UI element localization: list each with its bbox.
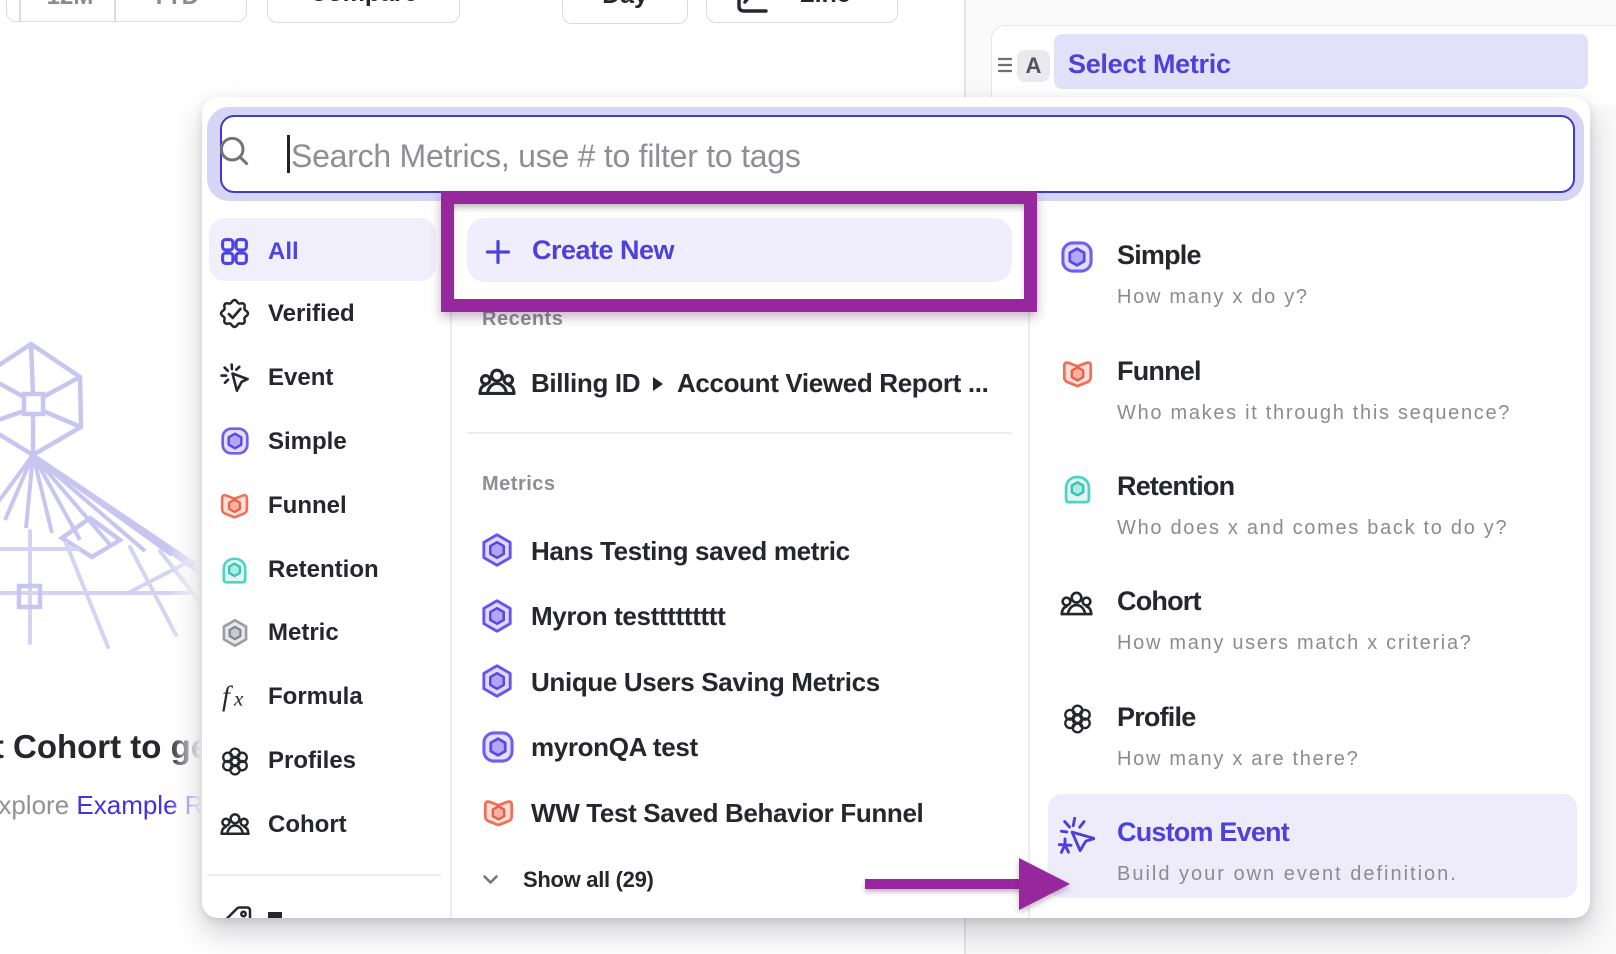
svg-text:f: f xyxy=(222,682,233,712)
svg-text:x: x xyxy=(233,686,244,710)
